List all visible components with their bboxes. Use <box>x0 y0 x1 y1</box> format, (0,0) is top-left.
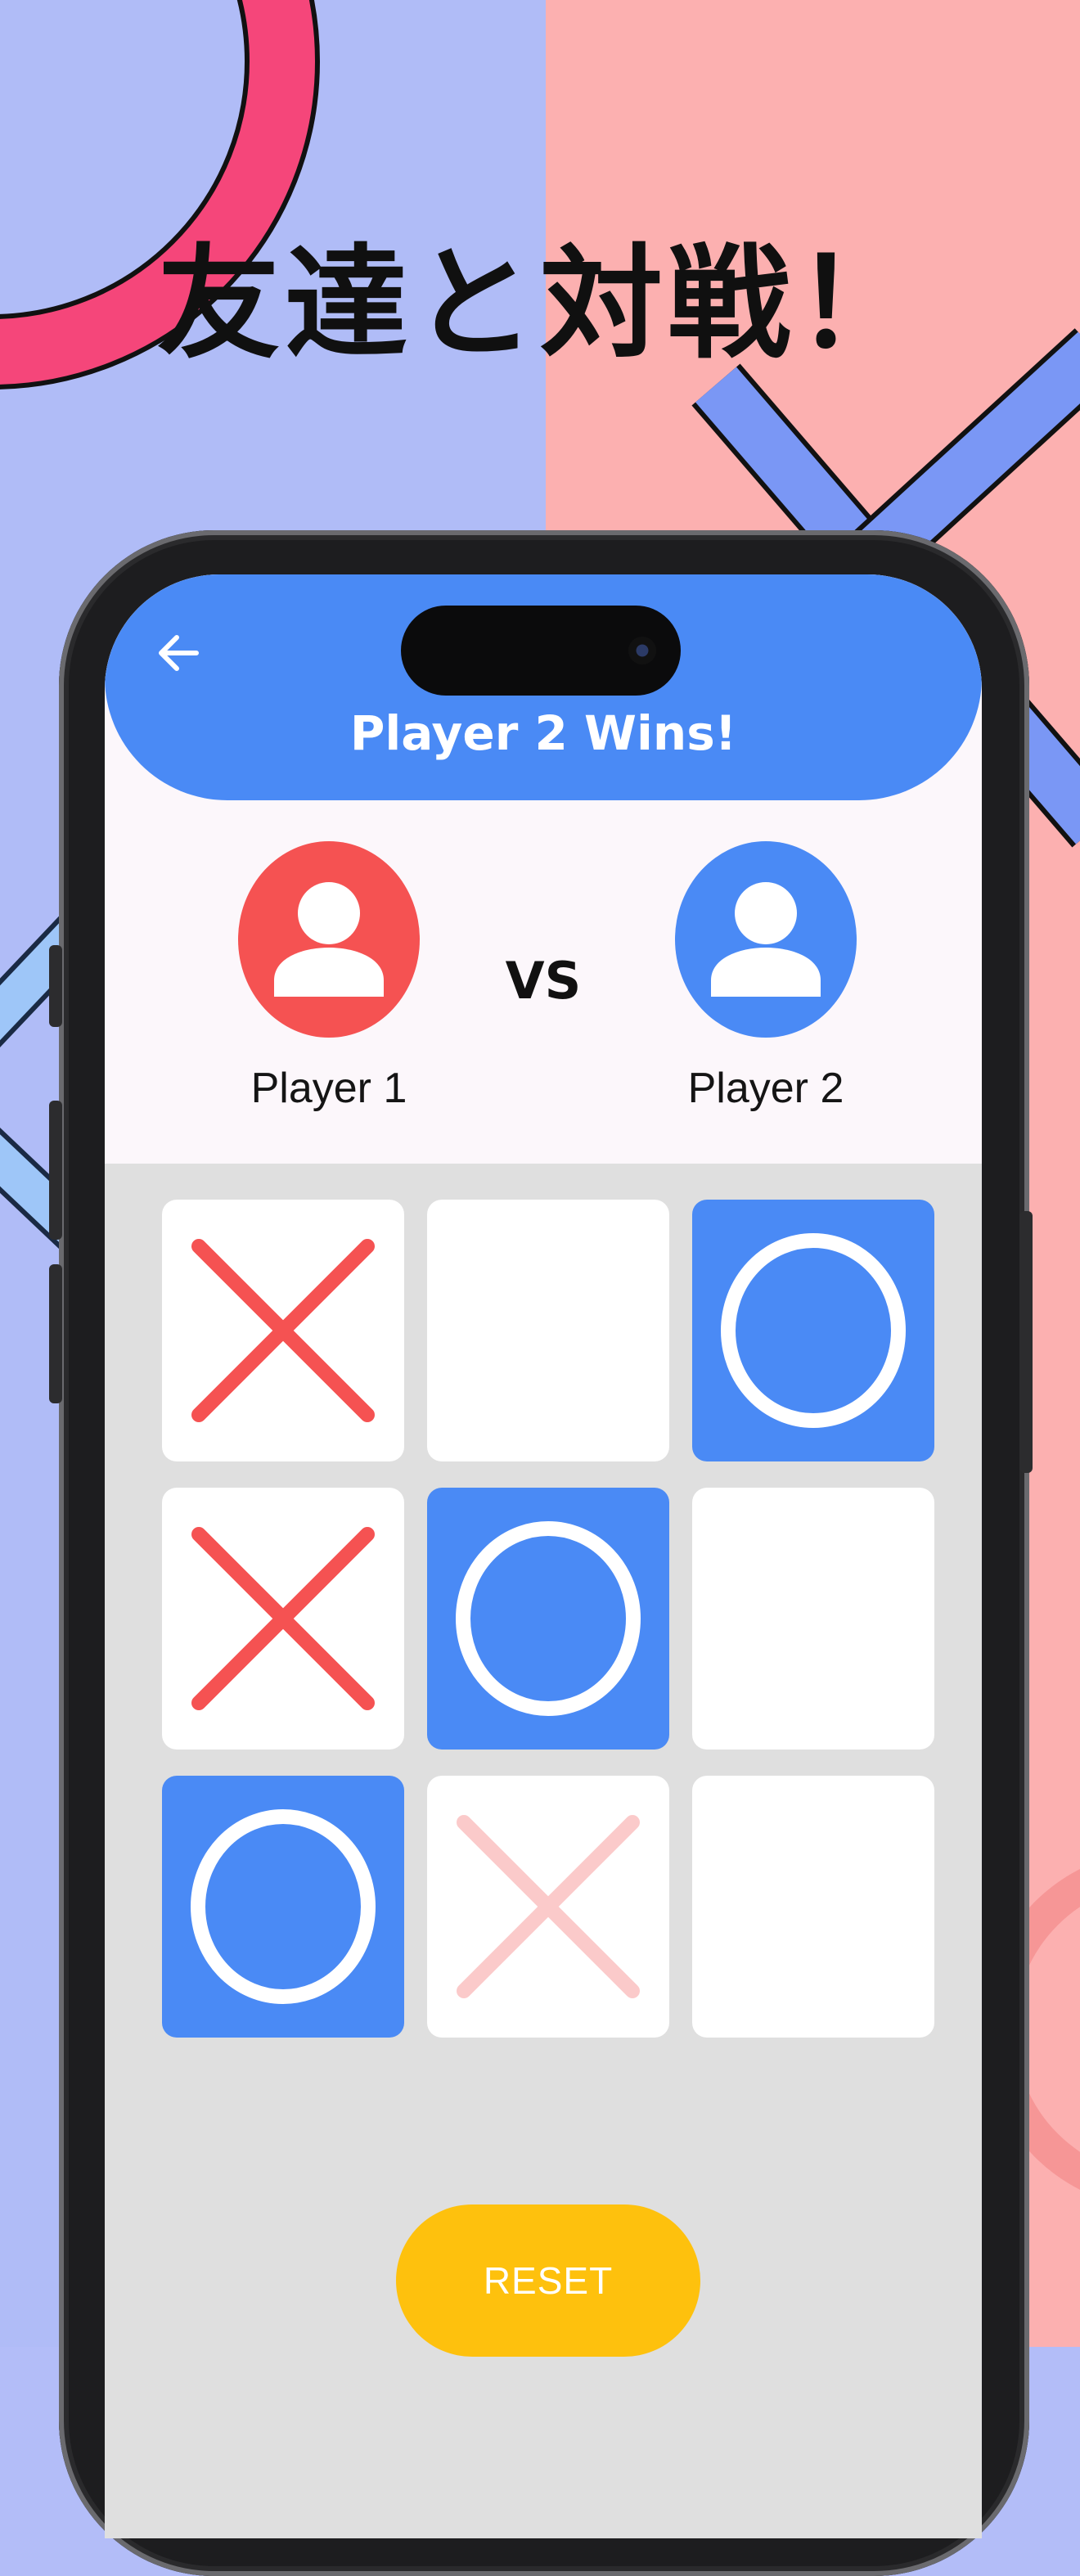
app-screen: Player 2 Wins! Player 1 VS Player 2 RESE… <box>105 574 982 2538</box>
o-mark-icon <box>191 1809 376 2004</box>
dynamic-island <box>401 606 681 696</box>
phone-power-button <box>1019 1211 1033 1473</box>
board-cell-r2-c1[interactable] <box>162 1488 404 1750</box>
back-button[interactable] <box>147 622 209 684</box>
phone-mute-switch <box>49 945 62 1027</box>
board-cell-r3-c3[interactable] <box>692 1776 934 2038</box>
x-mark-icon <box>191 1239 375 1422</box>
reset-button[interactable]: RESET <box>396 2204 700 2357</box>
result-title: Player 2 Wins! <box>349 705 737 761</box>
board-cell-r1-c2[interactable] <box>427 1200 669 1461</box>
arrow-left-icon <box>159 635 199 671</box>
board-cell-r2-c2[interactable] <box>427 1488 669 1750</box>
o-mark-icon <box>456 1521 641 1716</box>
x-mark-icon <box>191 1527 375 1710</box>
player-2-avatar <box>675 841 857 1038</box>
player-1-name: Player 1 <box>250 1065 407 1112</box>
x-mark-icon <box>457 1815 640 1998</box>
board-cell-r2-c3[interactable] <box>692 1488 934 1750</box>
board-cell-r3-c2[interactable] <box>427 1776 669 2038</box>
phone-volume-down <box>49 1264 62 1403</box>
person-icon <box>711 882 821 997</box>
board-cell-r1-c1[interactable] <box>162 1200 404 1461</box>
player-2-card: Player 2 <box>643 841 889 1113</box>
board-cell-r1-c3[interactable] <box>692 1200 934 1461</box>
phone-volume-up <box>49 1101 62 1240</box>
o-mark-icon <box>721 1233 906 1428</box>
front-camera <box>628 637 656 664</box>
app-bar: Player 2 Wins! <box>105 574 982 800</box>
promo-headline: 友達と対戦！ <box>156 233 923 376</box>
game-board <box>162 1200 934 2059</box>
player-2-name: Player 2 <box>687 1065 844 1112</box>
board-cell-r3-c1[interactable] <box>162 1776 404 2038</box>
